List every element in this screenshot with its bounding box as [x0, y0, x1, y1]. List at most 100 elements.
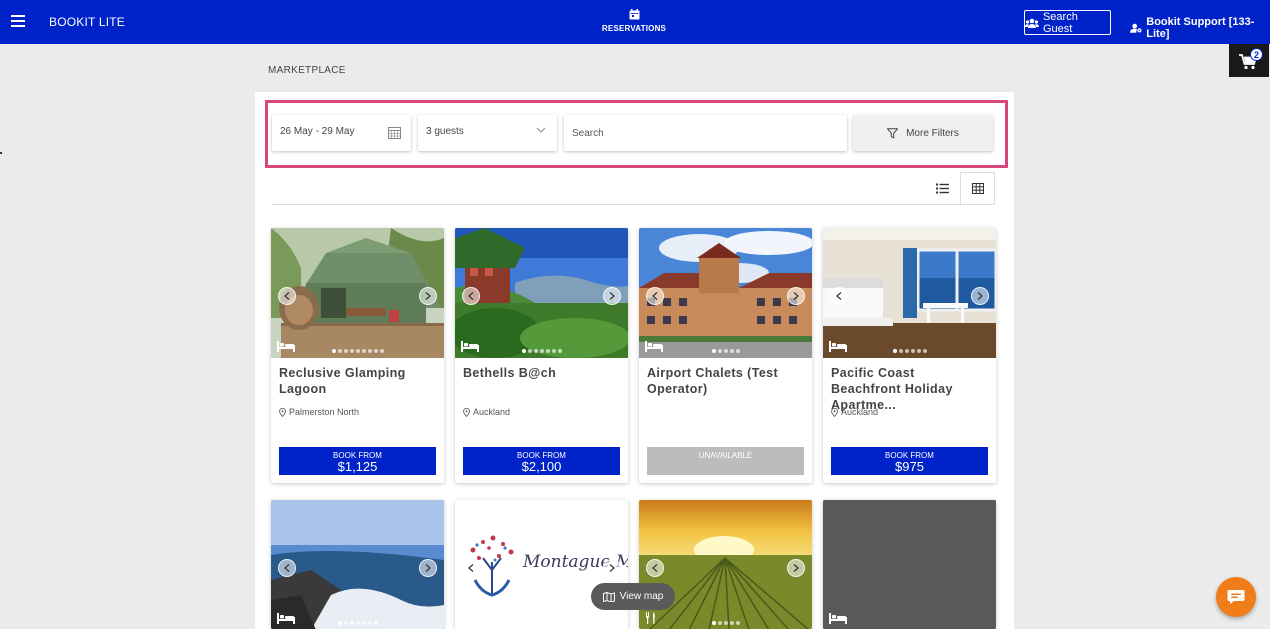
user-menu[interactable]: Bookit Support [133-Lite]: [1130, 16, 1270, 40]
prev-image-button[interactable]: [830, 287, 848, 305]
bed-icon: [461, 341, 479, 352]
listing-card[interactable]: Pacific Coast Beachfront Holiday Apartme…: [823, 228, 996, 483]
nav-reservations[interactable]: RESERVATIONS: [598, 9, 670, 33]
prev-image-button[interactable]: [462, 559, 480, 577]
guests-select[interactable]: 3 guests: [418, 115, 557, 151]
list-icon: [935, 183, 949, 193]
date-range-picker[interactable]: 26 May - 29 May: [272, 115, 411, 151]
listing-card[interactable]: Airport Chalets (Test Operator) UNAVAILA…: [639, 228, 812, 483]
cart-count-badge: 2: [1250, 48, 1263, 61]
chat-widget-button[interactable]: [1216, 577, 1256, 617]
listing-image: [455, 228, 628, 358]
prev-image-button[interactable]: [646, 287, 664, 305]
book-price: $2,100: [521, 459, 562, 474]
prev-image-button[interactable]: [278, 559, 296, 577]
listing-card[interactable]: [271, 500, 444, 629]
book-from-button[interactable]: BOOK FROM $1,125: [279, 447, 436, 475]
grid-icon: [971, 183, 984, 194]
book-from-button[interactable]: BOOK FROM $975: [831, 447, 988, 475]
view-map-button[interactable]: View map: [591, 583, 675, 610]
map-pin-icon: [463, 407, 470, 417]
next-image-button[interactable]: [971, 287, 989, 305]
next-image-button[interactable]: [419, 287, 437, 305]
listing-card[interactable]: Bethells B@ch Auckland BOOK FROM $2,100: [455, 228, 628, 483]
cart-button[interactable]: 2: [1229, 44, 1269, 77]
next-image-button[interactable]: [787, 287, 805, 305]
carousel-dots: [639, 621, 812, 625]
carousel-dots: [271, 621, 444, 625]
listing-image: [271, 500, 444, 629]
listing-image: [639, 500, 812, 629]
listing-photo: [639, 228, 812, 358]
bed-icon: [829, 341, 847, 352]
listing-card[interactable]: Reclusive Glamping Lagoon Palmerston Nor…: [271, 228, 444, 483]
user-name: Bookit Support [133-Lite]: [1146, 16, 1255, 40]
listing-title: Airport Chalets (Test Operator): [647, 366, 779, 396]
listing-photo: [639, 500, 812, 629]
users-icon: [1025, 18, 1039, 28]
listing-image: [271, 228, 444, 358]
prev-image-button[interactable]: [646, 559, 664, 577]
user-gear-icon: [1130, 23, 1142, 33]
bed-icon: [829, 613, 847, 624]
nav-reservations-label: RESERVATIONS: [601, 24, 667, 33]
prev-image-button[interactable]: [462, 287, 480, 305]
prev-image-button[interactable]: [278, 287, 296, 305]
listing-title: Reclusive Glamping Lagoon: [279, 366, 406, 396]
listing-image: [823, 500, 996, 629]
unavailable-button: UNAVAILABLE: [647, 447, 804, 475]
listing-photo: [823, 228, 996, 358]
listing-location: Auckland: [455, 398, 628, 420]
carousel-dots: [271, 349, 444, 353]
next-image-button[interactable]: [603, 287, 621, 305]
map-pin-icon: [831, 407, 838, 417]
more-filters-button[interactable]: More Filters: [853, 115, 993, 151]
page-marker: [0, 152, 2, 154]
top-nav-bar: BOOKIT LITE RESERVATIONS Search Guest Bo…: [0, 0, 1270, 44]
guests-value: 3 guests: [426, 126, 464, 137]
listing-card[interactable]: [823, 500, 996, 629]
next-image-button[interactable]: [787, 559, 805, 577]
listing-location: Palmerston North: [271, 398, 444, 420]
chevron-down-icon: [536, 127, 546, 133]
bed-icon: [277, 341, 295, 352]
grid-view-button[interactable]: [960, 172, 995, 204]
calendar-icon: [629, 9, 639, 20]
carousel-dots: [455, 349, 628, 353]
search-input[interactable]: [564, 115, 847, 151]
breadcrumb: MARKETPLACE: [268, 65, 346, 76]
listing-card[interactable]: [639, 500, 812, 629]
carousel-dots: [823, 349, 996, 353]
map-icon: [602, 591, 615, 602]
date-range-value: 26 May - 29 May: [280, 126, 355, 137]
listing-location-text: Auckland: [473, 407, 511, 417]
list-view-button[interactable]: [924, 172, 960, 204]
book-label: UNAVAILABLE: [698, 451, 753, 460]
hamburger-icon[interactable]: [11, 15, 25, 27]
divider: [272, 204, 995, 205]
search-guest-button[interactable]: Search Guest: [1024, 10, 1111, 35]
next-image-button[interactable]: [419, 559, 437, 577]
listing-image: [823, 228, 996, 358]
listing-title: Pacific Coast Beachfront Holiday Apartme…: [831, 366, 953, 412]
book-from-button[interactable]: BOOK FROM $2,100: [463, 447, 620, 475]
chat-icon: [1227, 590, 1245, 604]
more-filters-label: More Filters: [906, 127, 959, 139]
listing-location: [639, 398, 812, 420]
search-guest-label: Search Guest: [1042, 10, 1078, 35]
listing-title: Bethells B@ch: [463, 366, 557, 380]
view-map-label: View map: [619, 591, 664, 602]
bed-icon: [277, 613, 295, 624]
listing-photo: [271, 500, 444, 629]
listing-photo: [271, 228, 444, 358]
listing-photo: [455, 228, 628, 358]
book-price: $975: [895, 459, 924, 474]
listing-image: [639, 228, 812, 358]
map-pin-icon: [279, 407, 286, 417]
book-price: $1,125: [337, 459, 378, 474]
bed-icon: [645, 341, 663, 352]
restaurant-icon: [646, 612, 655, 624]
next-image-button[interactable]: [603, 559, 621, 577]
brand-title[interactable]: BOOKIT LITE: [49, 15, 125, 29]
listing-location-text: Palmerston North: [289, 407, 360, 417]
